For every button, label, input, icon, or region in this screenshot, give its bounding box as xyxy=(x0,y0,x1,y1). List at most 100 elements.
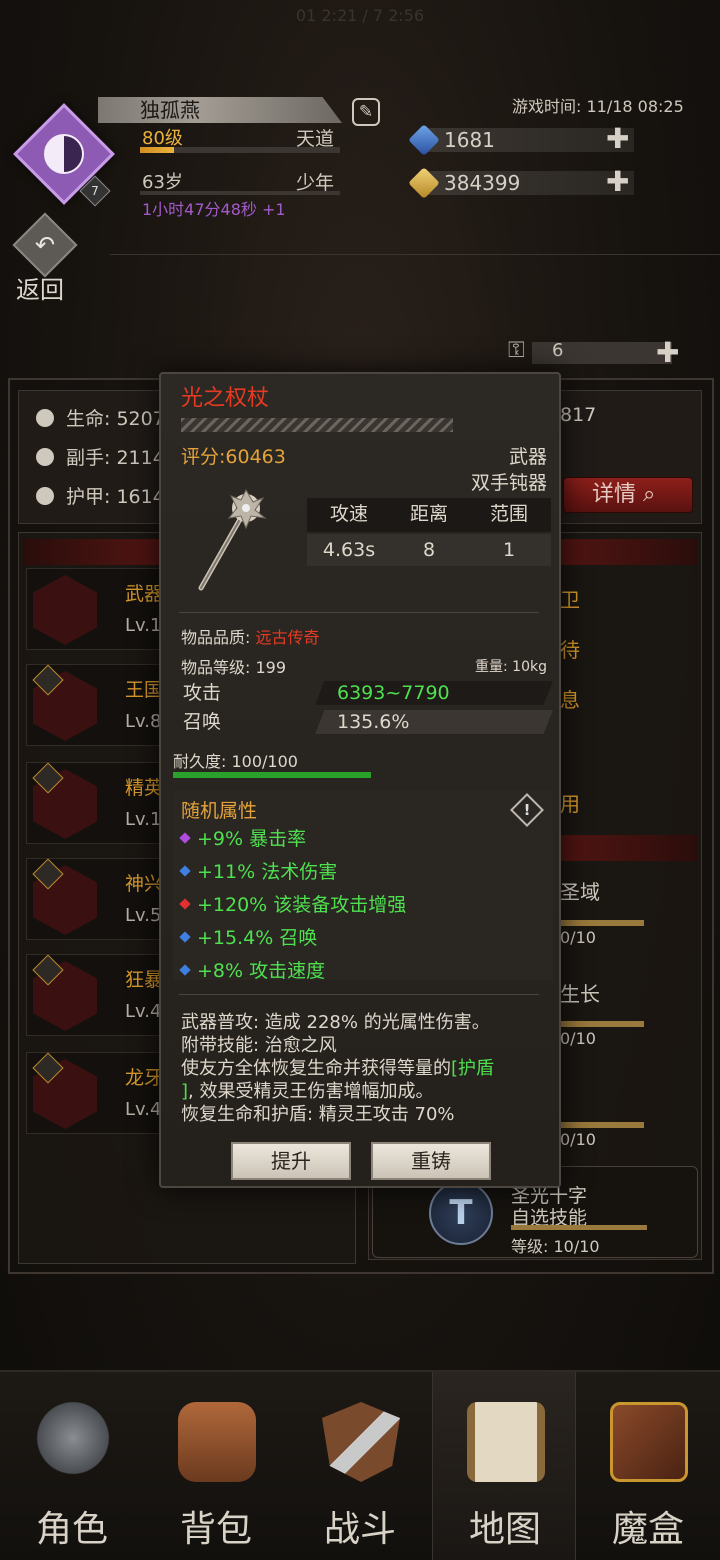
offhand-icon xyxy=(36,448,54,466)
item-type: 武器 xyxy=(508,446,547,468)
nav-label: 背包 xyxy=(179,1509,252,1550)
nav-tab-magic-box[interactable]: 魔盒 xyxy=(576,1372,720,1560)
weapon-stat-table: 攻速 距离 范围 4.63s 8 1 xyxy=(307,498,551,566)
bottom-nav: 角色 背包 战斗 地图 魔盒 xyxy=(0,1370,720,1560)
hp-stat-text: 生命: 5207 xyxy=(66,408,165,430)
quality-value: 远古传奇 xyxy=(255,628,320,647)
summon-row: 召唤 135.6% xyxy=(175,709,553,735)
xp-bar-fill xyxy=(140,147,174,153)
equip-level: Lv.8 xyxy=(125,711,162,732)
red-gem-icon xyxy=(179,898,191,910)
avatar-level-badge: 7 xyxy=(79,175,111,207)
random-attributes: 随机属性 ! +9% 暴击率 +11% 法术伤害 +120% 该装备攻击增强 +… xyxy=(173,790,553,983)
player-name: 独孤燕 xyxy=(140,98,200,122)
xp-bar xyxy=(140,147,340,153)
add-gold-icon[interactable]: ✚ xyxy=(606,168,629,196)
table-row: 4.63s 8 1 xyxy=(307,534,551,566)
skill-level: 0/10 xyxy=(560,1130,596,1149)
gold-currency: 384399 ✚ xyxy=(408,167,640,199)
skill-level: 0/10 xyxy=(560,1029,596,1048)
upgrade-button[interactable]: 提升 xyxy=(231,1142,351,1180)
magic-box-icon xyxy=(610,1402,688,1482)
offhand-stat: 副手: 2114 xyxy=(36,443,165,470)
nav-tab-inventory[interactable]: 背包 xyxy=(144,1372,288,1560)
item-quality: 物品品质: 远古传奇 xyxy=(181,624,320,648)
nav-label: 魔盒 xyxy=(611,1509,684,1550)
equip-name: 精英 xyxy=(125,777,164,799)
equip-level: Lv.1 xyxy=(125,615,162,636)
description-text: 使友方全体恢复生命并获得等量的 xyxy=(181,1058,451,1079)
sword-shield-icon xyxy=(322,1402,400,1482)
offhand-stat-text: 副手: 2114 xyxy=(66,447,165,469)
header-range: 距离 xyxy=(409,503,448,525)
affix-item: +8% 攻击速度 xyxy=(179,956,325,983)
heart-icon xyxy=(36,409,54,427)
right-stat-value: 817 xyxy=(560,404,597,426)
armor-icon xyxy=(36,487,54,505)
attack-label: 攻击 xyxy=(183,682,222,704)
affix-item: +120% 该装备攻击增强 xyxy=(179,890,407,917)
summon-value: 135.6% xyxy=(337,711,410,733)
shield-keyword[interactable]: [护盾 xyxy=(451,1058,494,1079)
backpack-icon xyxy=(178,1402,256,1482)
status-bar-time: 01 2:21 / 7 2:56 xyxy=(295,6,425,25)
divider xyxy=(179,612,539,613)
equip-level: Lv.5 xyxy=(125,905,162,926)
equip-level: Lv.4 xyxy=(125,1099,162,1120)
reforge-button[interactable]: 重铸 xyxy=(371,1142,491,1180)
affix-item: +9% 暴击率 xyxy=(179,824,307,851)
holy-cross-icon: T xyxy=(429,1181,493,1245)
back-label: 返回 xyxy=(16,276,64,304)
blue-gem-icon xyxy=(179,964,191,976)
blue-gem-icon xyxy=(179,865,191,877)
affix-text: +120% 该装备攻击增强 xyxy=(197,894,407,916)
gold-amount: 384399 xyxy=(444,171,521,195)
skill-bar xyxy=(560,1021,644,1027)
affix-item: +15.4% 召唤 xyxy=(179,923,317,950)
add-gems-icon[interactable]: ✚ xyxy=(606,125,629,153)
attack-row: 攻击 6393~7790 xyxy=(175,680,553,706)
info-warning-icon[interactable]: ! xyxy=(510,793,544,827)
item-detail-popup: 光之权杖 评分:60463 武器 双手钝器 攻速 距离 范围 4.63s 8 1… xyxy=(159,372,561,1188)
affix-text: +11% 法术伤害 xyxy=(197,861,338,883)
equip-name: 狂暴 xyxy=(125,969,164,991)
item-subtype: 双手钝器 xyxy=(470,472,547,494)
value-range: 8 xyxy=(422,539,436,561)
game-time: 游戏时间: 11/18 08:25 xyxy=(512,97,684,116)
player-name-plate: 独孤燕 xyxy=(98,97,342,123)
affix-text: +9% 暴击率 xyxy=(197,828,307,850)
right-item-4[interactable]: 用 xyxy=(560,788,580,817)
nav-tab-map[interactable]: 地图 xyxy=(432,1372,576,1560)
skill-bar xyxy=(560,920,644,926)
summon-label: 召唤 xyxy=(183,711,222,733)
scroll-map-icon xyxy=(467,1402,545,1482)
right-item-3[interactable]: 息 xyxy=(560,684,580,713)
detail-button[interactable]: 详情 ⌕ xyxy=(563,477,693,513)
value-area: 1 xyxy=(502,539,516,561)
nav-label: 角色 xyxy=(35,1509,108,1550)
durability-bar-fill xyxy=(173,772,371,778)
skill-name: 生长 xyxy=(560,982,600,1006)
keys-amount: 6 xyxy=(552,340,564,361)
item-level: 物品等级: 199 xyxy=(181,658,287,677)
back-button[interactable]: ↶ 返回 xyxy=(8,212,82,304)
equip-name: 龙牙 xyxy=(125,1067,164,1089)
item-weight: 重量: 10kg xyxy=(475,659,547,675)
nav-tab-battle[interactable]: 战斗 xyxy=(288,1372,432,1560)
right-item-1[interactable]: 卫 xyxy=(560,584,580,613)
weapon-slot-icon xyxy=(33,575,97,645)
equip-name: 神兴 xyxy=(125,873,164,895)
table-header: 攻速 距离 范围 xyxy=(307,498,551,532)
helmet-icon xyxy=(34,1402,112,1482)
blue-gem-icon xyxy=(179,931,191,943)
edit-name-icon[interactable]: ✎ xyxy=(352,98,380,126)
right-item-2[interactable]: 待 xyxy=(560,634,580,663)
description-line: 恢复生命和护盾: 精灵王攻击 70% xyxy=(181,1104,455,1125)
title-decoration xyxy=(181,418,453,432)
nav-tab-character[interactable]: 角色 xyxy=(0,1372,144,1560)
header-divider xyxy=(110,254,720,255)
avatar-level-text: 7 xyxy=(91,184,99,198)
item-score: 评分:60463 xyxy=(181,446,286,468)
add-keys-icon[interactable]: ✚ xyxy=(656,336,679,369)
equip-level: Lv.1 xyxy=(125,809,162,830)
